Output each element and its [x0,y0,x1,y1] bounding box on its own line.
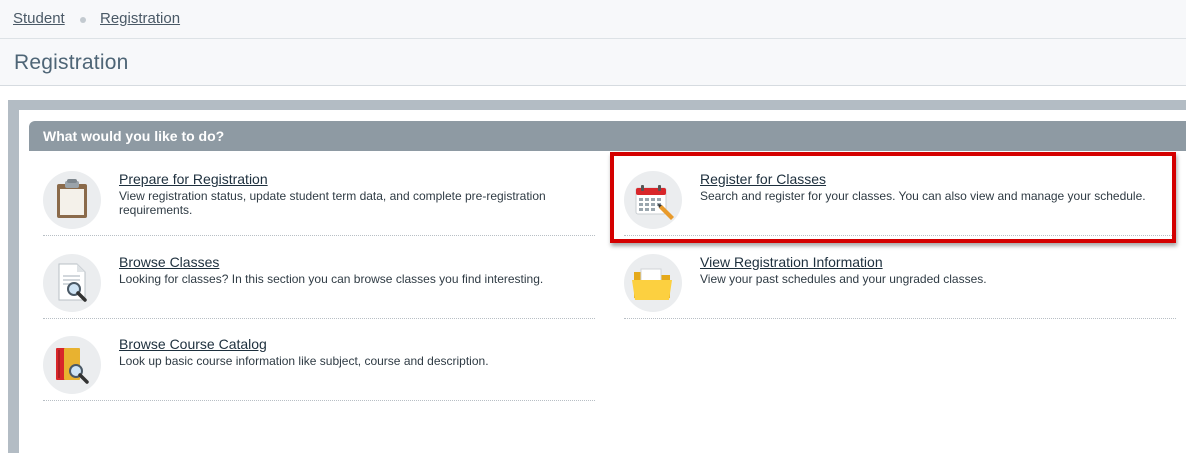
view-registration-information-description: View your past schedules and your ungrad… [700,272,987,286]
book-magnifier-icon [43,336,101,394]
browse-course-catalog-description: Look up basic course information like su… [119,354,489,368]
option-browse-classes: Browse Classes Looking for classes? In t… [43,254,595,319]
browse-course-catalog-link[interactable]: Browse Course Catalog [119,336,267,352]
register-for-classes-link[interactable]: Register for Classes [700,171,826,187]
breadcrumb: Student Registration [0,0,1186,39]
prepare-for-registration-description: View registration status, update student… [119,189,546,217]
breadcrumb-student-link[interactable]: Student [13,10,65,27]
option-register-for-classes: Register for Classes Search and register… [624,171,1176,236]
folder-icon [624,254,682,312]
document-magnifier-icon [43,254,101,312]
page-title: Registration [14,51,129,74]
clipboard-icon [43,171,101,229]
browse-classes-description: Looking for classes? In this section you… [119,272,544,286]
calendar-pencil-icon [624,171,682,229]
view-registration-information-link[interactable]: View Registration Information [700,254,883,270]
panel-header: What would you like to do? [29,121,1186,151]
browse-classes-link[interactable]: Browse Classes [119,254,219,270]
breadcrumb-separator [80,17,86,23]
panel-header-text: What would you like to do? [43,128,225,144]
option-prepare-for-registration: Prepare for Registration View registrati… [43,171,595,236]
option-view-registration-information: View Registration Information View your … [624,254,1176,319]
breadcrumb-registration-link[interactable]: Registration [100,10,180,27]
page-title-bar: Registration [0,39,1186,86]
option-browse-course-catalog: Browse Course Catalog Look up basic cour… [43,336,595,401]
register-for-classes-description: Search and register for your classes. Yo… [700,189,1146,203]
prepare-for-registration-link[interactable]: Prepare for Registration [119,171,268,187]
